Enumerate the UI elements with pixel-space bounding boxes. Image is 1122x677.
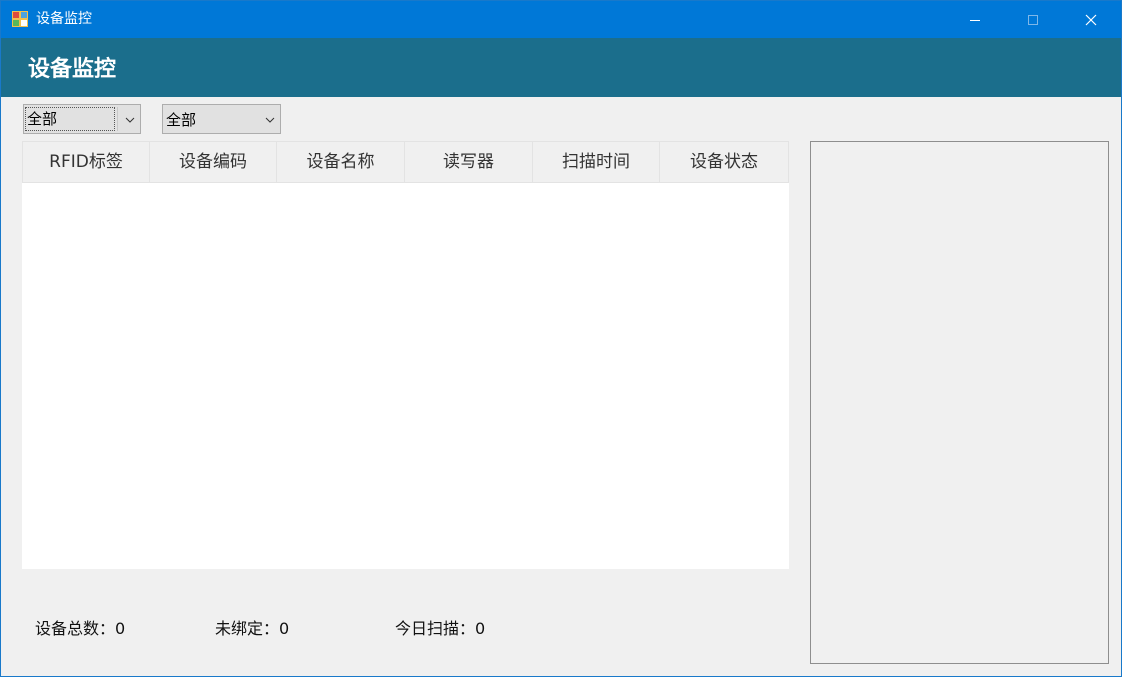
- filter1-value: 全部: [25, 107, 115, 131]
- main-window: 设备监控 设备监控 全部 全部 RFID标签 设备编码 设备名称 读写器 扫描时…: [0, 0, 1122, 677]
- title-bar[interactable]: 设备监控: [1, 1, 1121, 38]
- column-header-device-status[interactable]: 设备状态: [660, 141, 789, 182]
- column-header-device-code[interactable]: 设备编码: [150, 141, 277, 182]
- column-header-reader[interactable]: 读写器: [405, 141, 533, 182]
- page-title: 设备监控: [28, 57, 117, 82]
- maximize-icon: [1028, 14, 1038, 25]
- device-table[interactable]: RFID标签 设备编码 设备名称 读写器 扫描时间 设备状态: [22, 141, 789, 569]
- unbound-count-label: 未绑定：0: [215, 619, 290, 638]
- window-title: 设备监控: [36, 11, 92, 27]
- app-grid-icon: [12, 11, 28, 27]
- maximize-button[interactable]: [1004, 1, 1062, 38]
- filter2-value: 全部: [166, 111, 197, 129]
- filter2-dropdown[interactable]: 全部: [162, 104, 281, 134]
- close-icon: [1085, 14, 1097, 25]
- device-total-label: 设备总数：0: [35, 619, 126, 638]
- column-header-rfid[interactable]: RFID标签: [22, 141, 150, 182]
- minimize-button[interactable]: [946, 1, 1004, 38]
- filter1-dropdown[interactable]: 全部: [23, 104, 141, 134]
- dropdown-separator: [117, 107, 118, 131]
- table-header: RFID标签 设备编码 设备名称 读写器 扫描时间 设备状态: [22, 141, 789, 183]
- chevron-down-icon: [125, 117, 135, 123]
- header-banner: 设备监控: [1, 38, 1121, 97]
- column-header-device-name[interactable]: 设备名称: [277, 141, 405, 182]
- column-header-scan-time[interactable]: 扫描时间: [533, 141, 660, 182]
- side-panel: [810, 141, 1109, 664]
- close-button[interactable]: [1062, 1, 1120, 38]
- chevron-down-icon: [265, 117, 275, 123]
- minimize-icon: [970, 19, 980, 21]
- today-scan-label: 今日扫描：0: [395, 619, 486, 638]
